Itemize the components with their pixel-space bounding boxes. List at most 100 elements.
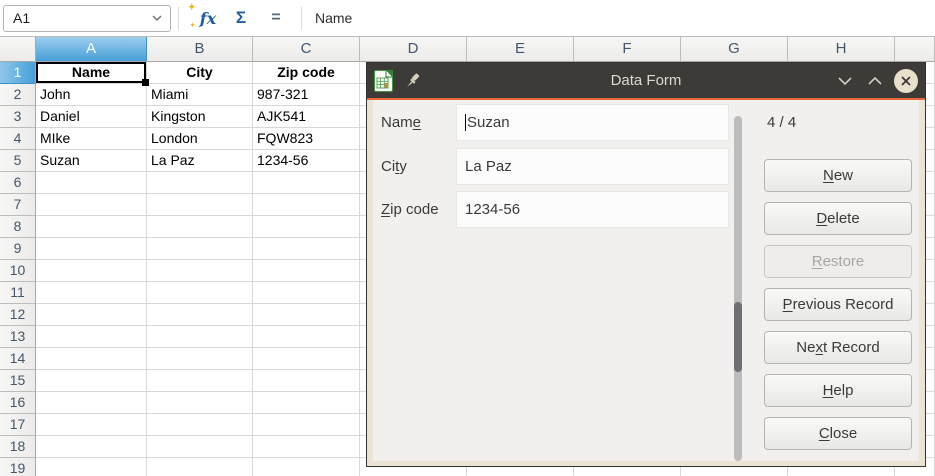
cell-B17[interactable]: [147, 414, 253, 436]
cell-C7[interactable]: [253, 194, 360, 216]
cell-A5[interactable]: Suzan: [36, 150, 147, 172]
cell-A12[interactable]: [36, 304, 147, 326]
column-header-E[interactable]: E: [467, 37, 574, 62]
cell-B19[interactable]: [147, 458, 253, 476]
cell-C8[interactable]: [253, 216, 360, 238]
row-header-13[interactable]: 13: [0, 326, 36, 348]
row-header-6[interactable]: 6: [0, 172, 36, 194]
name-box[interactable]: A1: [3, 5, 171, 32]
cell-C18[interactable]: [253, 436, 360, 458]
cell-C6[interactable]: [253, 172, 360, 194]
cell-A3[interactable]: Daniel: [36, 106, 147, 128]
cell-B15[interactable]: [147, 370, 253, 392]
shade-chevron-down-icon[interactable]: [834, 70, 856, 92]
cell-C12[interactable]: [253, 304, 360, 326]
cell-B16[interactable]: [147, 392, 253, 414]
cell-A7[interactable]: [36, 194, 147, 216]
cell-B8[interactable]: [147, 216, 253, 238]
cell-A14[interactable]: [36, 348, 147, 370]
cell-A10[interactable]: [36, 260, 147, 282]
formula-equals-icon[interactable]: =: [264, 9, 288, 27]
unshade-chevron-up-icon[interactable]: [864, 70, 886, 92]
select-all-corner[interactable]: [0, 37, 36, 62]
cell-C9[interactable]: [253, 238, 360, 260]
delete-button[interactable]: Delete: [764, 202, 912, 235]
cell-A6[interactable]: [36, 172, 147, 194]
column-header-G[interactable]: G: [681, 37, 788, 62]
row-header-11[interactable]: 11: [0, 282, 36, 304]
cell-C4[interactable]: FQW823: [253, 128, 360, 150]
cell-C17[interactable]: [253, 414, 360, 436]
cell-B1[interactable]: City: [147, 62, 253, 84]
record-scrollbar-thumb[interactable]: [734, 302, 742, 372]
row-header-4[interactable]: 4: [0, 128, 36, 150]
cell-A2[interactable]: John: [36, 84, 147, 106]
cell-B18[interactable]: [147, 436, 253, 458]
cell-A4[interactable]: MIke: [36, 128, 147, 150]
cell-B3[interactable]: Kingston: [147, 106, 253, 128]
row-header-2[interactable]: 2: [0, 84, 36, 106]
column-header-C[interactable]: C: [253, 37, 360, 62]
city-field-input[interactable]: La Paz: [456, 148, 729, 185]
cell-A1[interactable]: Name: [36, 62, 147, 84]
cell-B5[interactable]: La Paz: [147, 150, 253, 172]
cell-B7[interactable]: [147, 194, 253, 216]
cell-B12[interactable]: [147, 304, 253, 326]
row-header-16[interactable]: 16: [0, 392, 36, 414]
new-button[interactable]: New: [764, 159, 912, 192]
cell-C16[interactable]: [253, 392, 360, 414]
row-header-1[interactable]: 1: [0, 62, 36, 84]
row-header-19[interactable]: 19: [0, 458, 36, 476]
column-header-D[interactable]: D: [360, 37, 467, 62]
row-header-3[interactable]: 3: [0, 106, 36, 128]
cell-A8[interactable]: [36, 216, 147, 238]
dialog-titlebar[interactable]: Data Form: [367, 63, 925, 98]
cell-A15[interactable]: [36, 370, 147, 392]
cell-C10[interactable]: [253, 260, 360, 282]
row-header-8[interactable]: 8: [0, 216, 36, 238]
function-wizard-icon[interactable]: fx: [196, 9, 220, 28]
row-header-18[interactable]: 18: [0, 436, 36, 458]
restore-button[interactable]: Restore: [764, 245, 912, 278]
cell-C11[interactable]: [253, 282, 360, 304]
sum-icon[interactable]: Σ: [229, 8, 253, 28]
cell-B6[interactable]: [147, 172, 253, 194]
cell-C14[interactable]: [253, 348, 360, 370]
column-header-partial[interactable]: [895, 37, 935, 62]
cell-B9[interactable]: [147, 238, 253, 260]
cell-A17[interactable]: [36, 414, 147, 436]
row-header-9[interactable]: 9: [0, 238, 36, 260]
cell-A18[interactable]: [36, 436, 147, 458]
cell-C3[interactable]: AJK541: [253, 106, 360, 128]
cell-C1[interactable]: Zip code: [253, 62, 360, 84]
zip-code-field-input[interactable]: 1234-56: [456, 191, 729, 228]
cell-C15[interactable]: [253, 370, 360, 392]
cell-B13[interactable]: [147, 326, 253, 348]
cell-C5[interactable]: 1234-56: [253, 150, 360, 172]
input-line[interactable]: Name: [315, 10, 352, 26]
cell-A9[interactable]: [36, 238, 147, 260]
previous-record-button[interactable]: Previous Record: [764, 288, 912, 321]
cell-B14[interactable]: [147, 348, 253, 370]
close-icon[interactable]: [894, 69, 918, 93]
column-header-H[interactable]: H: [788, 37, 895, 62]
name-box-dropdown-icon[interactable]: [144, 6, 170, 31]
close-button[interactable]: Close: [764, 417, 912, 450]
row-header-14[interactable]: 14: [0, 348, 36, 370]
selection-fill-handle[interactable]: [142, 79, 149, 86]
cell-C19[interactable]: [253, 458, 360, 476]
cell-B2[interactable]: Miami: [147, 84, 253, 106]
row-header-12[interactable]: 12: [0, 304, 36, 326]
row-header-10[interactable]: 10: [0, 260, 36, 282]
row-header-7[interactable]: 7: [0, 194, 36, 216]
cell-A19[interactable]: [36, 458, 147, 476]
cell-A13[interactable]: [36, 326, 147, 348]
pin-icon[interactable]: [406, 73, 421, 88]
cell-A16[interactable]: [36, 392, 147, 414]
row-header-5[interactable]: 5: [0, 150, 36, 172]
cell-B10[interactable]: [147, 260, 253, 282]
cell-C13[interactable]: [253, 326, 360, 348]
column-header-A[interactable]: A: [36, 37, 147, 62]
column-header-F[interactable]: F: [574, 37, 681, 62]
row-header-15[interactable]: 15: [0, 370, 36, 392]
